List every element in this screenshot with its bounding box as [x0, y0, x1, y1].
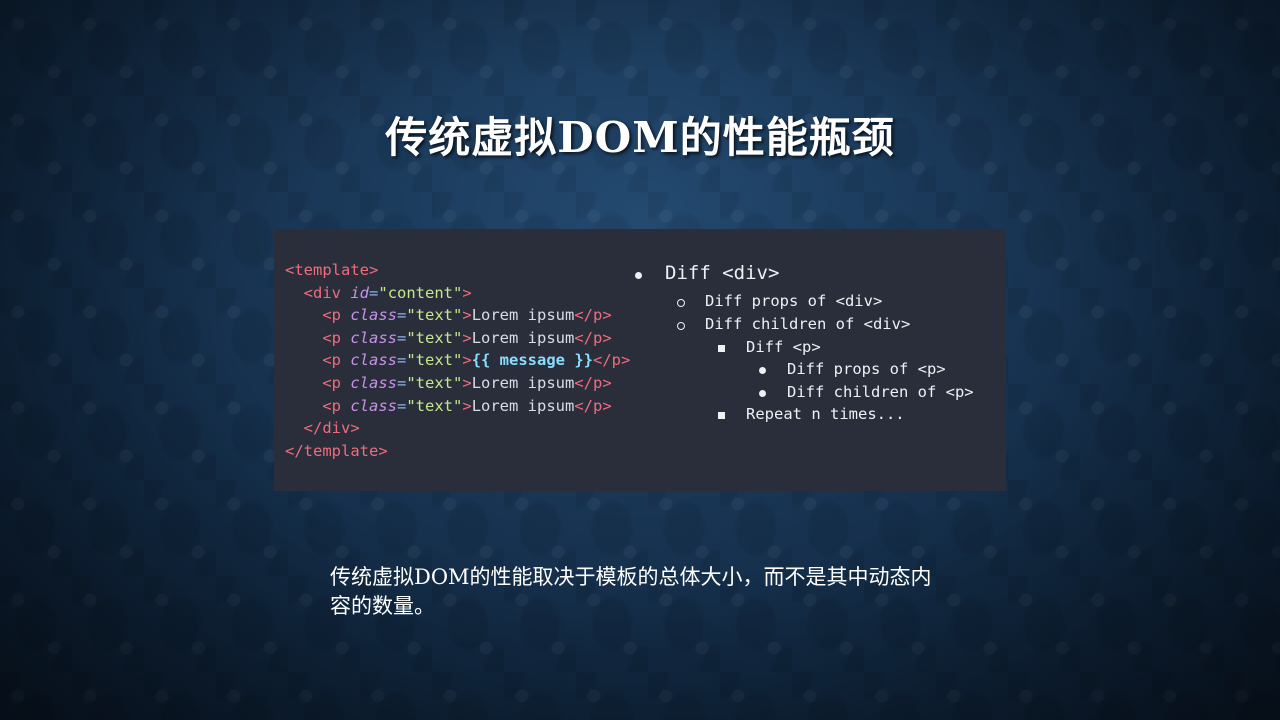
code-token: Lorem ipsum [471, 396, 575, 415]
code-line: </template> [285, 440, 630, 463]
code-token: id [350, 283, 370, 302]
code-token: = [397, 328, 407, 347]
code-token: </p> [574, 373, 612, 392]
code-token: = [397, 306, 407, 325]
code-token: <p [322, 373, 351, 392]
code-token: </template> [285, 441, 388, 460]
diff-list-item-text: Diff children of <div> [705, 315, 911, 333]
code-token: > [462, 373, 472, 392]
diff-list-item: Repeat n times... [715, 405, 905, 423]
code-token: > [462, 396, 472, 415]
code-token: </p> [593, 351, 631, 370]
disc-bullet-icon [759, 390, 766, 397]
disc-bullet-icon [635, 272, 642, 279]
code-line: <p class="text">Lorem ipsum</p> [285, 372, 630, 395]
code-token: class [350, 351, 397, 370]
code-line: <p class="text">Lorem ipsum</p> [285, 327, 630, 350]
square-bullet-icon [718, 345, 725, 352]
code-line: </div> [285, 417, 630, 440]
code-token: "content" [378, 283, 463, 302]
code-token: class [350, 328, 397, 347]
code-token: class [350, 306, 397, 325]
code-token: class [350, 396, 397, 415]
code-token: Lorem ipsum [471, 306, 575, 325]
diff-list-item: Diff props of <div> [674, 292, 882, 310]
code-line: <div id="content"> [285, 282, 630, 305]
code-token: </p> [574, 306, 612, 325]
code-token: > [462, 328, 472, 347]
diff-list-item-text: Repeat n times... [746, 405, 905, 423]
code-token: <p [322, 396, 351, 415]
circle-bullet-icon [677, 299, 685, 307]
diff-list-item: Diff <div> [632, 262, 779, 284]
code-token: "text" [406, 328, 463, 347]
code-token: Lorem ipsum [471, 328, 575, 347]
code-token: <p [322, 351, 351, 370]
diff-list-item-text: Diff <p> [746, 338, 821, 356]
diff-list-item: Diff children of <div> [674, 315, 910, 333]
code-token: = [397, 396, 407, 415]
code-token: > [462, 283, 472, 302]
code-token: = [397, 373, 407, 392]
code-token: </p> [574, 396, 612, 415]
code-token: > [462, 351, 472, 370]
code-token: Lorem ipsum [471, 373, 575, 392]
diff-list-item-text: Diff props of <div> [705, 292, 883, 310]
disc-bullet-icon [759, 367, 766, 374]
square-bullet-icon [718, 412, 725, 419]
code-line: <p class="text">Lorem ipsum</p> [285, 304, 630, 327]
code-token: {{ message }} [471, 351, 594, 370]
diff-list-item: Diff props of <p> [756, 360, 946, 378]
slide-body-text: 传统虚拟DOM的性能取决于模板的总体大小，而不是其中动态内容的数量。 [330, 565, 932, 618]
code-line: <p class="text">{{ message }}</p> [285, 349, 630, 372]
code-token: "text" [406, 373, 463, 392]
code-token: "text" [406, 351, 463, 370]
code-token: <div [303, 283, 351, 302]
code-token: <p [322, 306, 351, 325]
code-line: <template> [285, 259, 630, 282]
diff-list-item: Diff children of <p> [756, 383, 974, 401]
slide-title: 传统虚拟DOM的性能瓶颈 [385, 113, 895, 162]
diff-list-item: Diff <p> [715, 338, 821, 356]
code-token: class [350, 373, 397, 392]
circle-bullet-icon [677, 322, 685, 330]
diff-list-item-text: Diff children of <p> [787, 383, 974, 401]
code-token: </div> [303, 419, 360, 438]
code-token: <template> [285, 261, 379, 279]
code-token: = [397, 351, 407, 370]
diff-list-item-text: Diff props of <p> [787, 360, 946, 378]
code-token: "text" [406, 306, 463, 325]
code-line: <p class="text">Lorem ipsum</p> [285, 395, 630, 418]
code-token: <p [322, 328, 351, 347]
code-token: > [462, 306, 472, 325]
template-code-block: <template> <div id="content"> <p class="… [285, 259, 630, 462]
code-token: = [369, 283, 379, 302]
code-token: </p> [574, 328, 612, 347]
code-token: "text" [406, 396, 463, 415]
diff-list-item-text: Diff <div> [665, 262, 780, 284]
